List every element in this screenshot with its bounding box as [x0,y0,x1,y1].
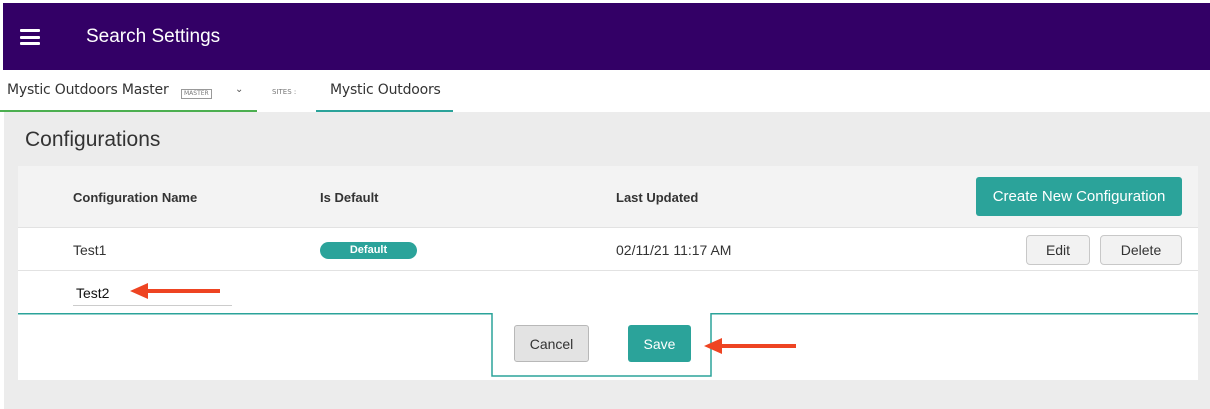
edit-button[interactable]: Edit [1026,235,1090,265]
column-header-is-default: Is Default [320,190,379,205]
delete-button[interactable]: Delete [1100,235,1182,265]
site-selector-bar: Mystic Outdoors Master MASTER ⌄ SITES : … [0,70,1210,112]
master-site-name: Mystic Outdoors Master [7,82,169,98]
app-header: Search Settings [3,3,1210,70]
master-badge: MASTER [181,89,212,99]
annotation-arrow-icon [130,283,220,299]
app-title: Search Settings [86,26,221,47]
configuration-name-cell: Test1 [73,242,107,258]
column-header-last-updated: Last Updated [616,190,699,205]
default-badge: Default [320,242,417,259]
sites-label: SITES : [272,88,297,96]
site-tab-mystic-outdoors[interactable]: Mystic Outdoors [316,70,453,112]
table-row: Test1 Default 02/11/21 11:17 AM Edit Del… [18,228,1198,271]
save-button[interactable]: Save [628,325,691,362]
chevron-down-icon[interactable]: ⌄ [235,84,243,95]
column-header-configuration-name: Configuration Name [73,190,198,205]
create-new-configuration-button[interactable]: Create New Configuration [976,177,1182,216]
annotation-arrow-icon [704,338,796,354]
site-tab-label: Mystic Outdoors [330,82,441,98]
page-title: Configurations [25,128,161,151]
edit-actions-bar: Cancel Save [18,313,1198,380]
hamburger-menu-icon[interactable] [20,29,40,45]
master-site-select[interactable]: Mystic Outdoors Master MASTER ⌄ [0,70,257,112]
last-updated-cell: 02/11/21 11:17 AM [616,242,732,258]
cancel-button[interactable]: Cancel [514,325,589,362]
main-content: Configurations Configuration Name Is Def… [4,112,1210,409]
action-bar-outline [18,313,1198,377]
table-header: Configuration Name Is Default Last Updat… [18,166,1198,228]
configurations-table: Configuration Name Is Default Last Updat… [18,166,1198,380]
